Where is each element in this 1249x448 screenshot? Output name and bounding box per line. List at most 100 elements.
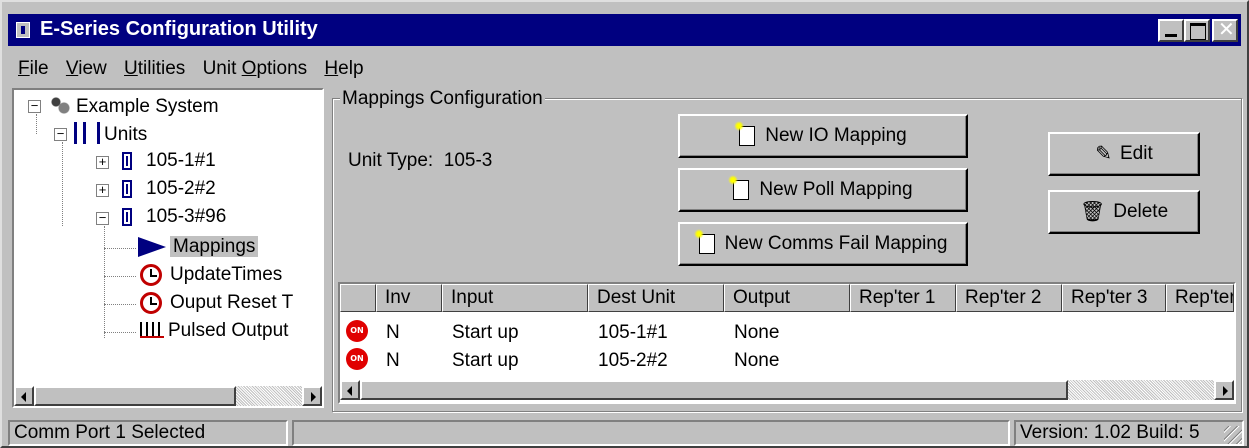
scroll-right-button[interactable] — [302, 386, 322, 406]
edit-button[interactable]: ✎ Edit — [1048, 132, 1200, 176]
tree-view[interactable]: − Example System − Units + 105-1#1 + 105… — [12, 88, 324, 408]
tree-guide — [62, 142, 63, 226]
column-header-dest-unit[interactable]: Dest Unit — [588, 284, 724, 312]
menu-view[interactable]: View — [60, 56, 113, 82]
resize-grip-icon[interactable] — [1224, 426, 1242, 444]
tree-node-unit[interactable]: 105-2#2 — [146, 178, 216, 200]
scroll-right-button[interactable] — [1214, 380, 1234, 400]
maximize-button[interactable] — [1184, 19, 1210, 42]
status-bar-middle — [292, 420, 1010, 446]
status-on-icon: ON — [346, 320, 368, 342]
edit-icon: ✎ — [1095, 143, 1112, 165]
right-arrow-icon — [1223, 386, 1228, 396]
unit-icon — [122, 152, 132, 170]
tree-expander[interactable]: − — [28, 99, 41, 113]
column-header-output[interactable]: Output — [724, 284, 850, 312]
table-cell-output[interactable]: None — [734, 322, 779, 344]
arrow-icon — [138, 237, 166, 257]
tree-node-unit[interactable]: 105-1#1 — [146, 150, 216, 172]
column-header-repeater-3[interactable]: Rep'ter 3 — [1062, 284, 1166, 312]
menu-bar: File View Utilities Unit Options Help — [12, 56, 370, 82]
tree-expander[interactable]: − — [96, 211, 109, 225]
app-window: E-Series Configuration Utility ✕ File Vi… — [0, 0, 1249, 448]
close-button[interactable]: ✕ — [1212, 19, 1238, 42]
unit-type-label: Unit Type: — [348, 150, 434, 171]
tree-node-pulsed-output[interactable]: Pulsed Output — [140, 320, 288, 342]
tree-node-example-system[interactable]: Example System — [48, 94, 219, 118]
table-cell-input[interactable]: Start up — [452, 350, 519, 372]
new-document-icon — [734, 121, 756, 146]
title-bar[interactable]: E-Series Configuration Utility ✕ — [8, 14, 1241, 46]
menu-help[interactable]: Help — [318, 56, 369, 82]
column-header-repeater-2[interactable]: Rep'ter 2 — [956, 284, 1062, 312]
left-arrow-icon — [21, 392, 26, 402]
tree-node-label: Pulsed Output — [168, 320, 289, 341]
new-io-mapping-button[interactable]: New IO Mapping — [678, 114, 968, 158]
scroll-left-button[interactable] — [14, 386, 34, 406]
close-icon: ✕ — [1218, 19, 1235, 41]
tree-expander[interactable]: + — [96, 155, 109, 169]
tree-node-label: Units — [104, 124, 148, 145]
table-cell-output[interactable]: None — [734, 350, 779, 372]
clock-icon — [140, 264, 162, 286]
unit-type-value: 105-3 — [443, 150, 493, 171]
tree-expander[interactable]: − — [54, 127, 67, 141]
scroll-left-button[interactable] — [340, 380, 360, 400]
button-label: New Poll Mapping — [759, 179, 913, 200]
mappings-grid[interactable]: Inv Input Dest Unit Output Rep'ter 1 Rep… — [338, 282, 1236, 404]
pulse-icon — [140, 322, 164, 338]
column-header-repeater-1[interactable]: Rep'ter 1 — [850, 284, 956, 312]
button-label: New Comms Fail Mapping — [724, 233, 948, 254]
delete-button[interactable]: 🗑 Delete — [1048, 190, 1200, 234]
column-header-input[interactable]: Input — [442, 284, 588, 312]
menu-unit-options[interactable]: Unit Options — [197, 56, 314, 82]
tree-node-mappings[interactable]: Mappings — [138, 236, 259, 258]
column-header-repeater-4[interactable]: Rep'ter — [1166, 284, 1234, 312]
system-gears-icon — [48, 94, 72, 116]
tree-node-label: Mappings — [170, 236, 259, 257]
status-bar-left: Comm Port 1 Selected — [8, 420, 288, 446]
menu-file[interactable]: File — [12, 56, 55, 82]
column-header-status[interactable] — [340, 284, 376, 312]
minimize-button[interactable] — [1158, 19, 1184, 42]
table-cell-input[interactable]: Start up — [452, 322, 519, 344]
right-arrow-icon — [311, 392, 316, 402]
table-cell-inv[interactable]: N — [386, 322, 400, 344]
group-title: Mappings Configuration — [340, 88, 545, 110]
status-on-icon: ON — [346, 348, 368, 370]
tree-hscrollbar[interactable] — [14, 386, 322, 406]
new-document-icon — [728, 175, 750, 200]
left-arrow-icon — [347, 386, 352, 396]
app-icon[interactable] — [16, 22, 30, 38]
scroll-thumb[interactable] — [34, 386, 236, 406]
grid-hscrollbar[interactable] — [340, 380, 1234, 400]
unit-type: Unit Type: 105-3 — [348, 150, 492, 172]
table-cell-inv[interactable]: N — [386, 350, 400, 372]
tree-guide — [104, 276, 136, 277]
tree-node-unit[interactable]: 105-3#96 — [146, 206, 226, 228]
tree-guide — [104, 304, 136, 305]
tree-node-output-reset[interactable]: Ouput Reset T — [170, 292, 293, 314]
column-header-inv[interactable]: Inv — [376, 284, 442, 312]
tree-node-label: Example System — [76, 96, 219, 117]
status-bar-version: Version: 1.02 Build: 5 — [1014, 420, 1244, 446]
new-document-icon — [693, 229, 715, 254]
tree-guide — [104, 248, 136, 249]
new-comms-fail-mapping-button[interactable]: New Comms Fail Mapping — [678, 222, 968, 266]
unit-icon — [122, 180, 132, 198]
tree-node-units[interactable]: Units — [74, 122, 147, 146]
window-title: E-Series Configuration Utility — [40, 18, 318, 40]
tree-expander[interactable]: + — [96, 183, 109, 197]
table-cell-dest-unit[interactable]: 105-2#2 — [598, 350, 668, 372]
tree-guide — [104, 226, 105, 338]
button-label: Edit — [1120, 143, 1153, 164]
scroll-thumb[interactable] — [360, 380, 1068, 400]
unit-icon — [122, 208, 132, 226]
tree-node-update-times[interactable]: UpdateTimes — [170, 264, 282, 286]
menu-utilities[interactable]: Utilities — [118, 56, 191, 82]
trash-icon: 🗑 — [1079, 201, 1106, 223]
button-label: New IO Mapping — [765, 125, 907, 146]
button-label: Delete — [1113, 201, 1169, 222]
new-poll-mapping-button[interactable]: New Poll Mapping — [678, 168, 968, 212]
table-cell-dest-unit[interactable]: 105-1#1 — [598, 322, 668, 344]
